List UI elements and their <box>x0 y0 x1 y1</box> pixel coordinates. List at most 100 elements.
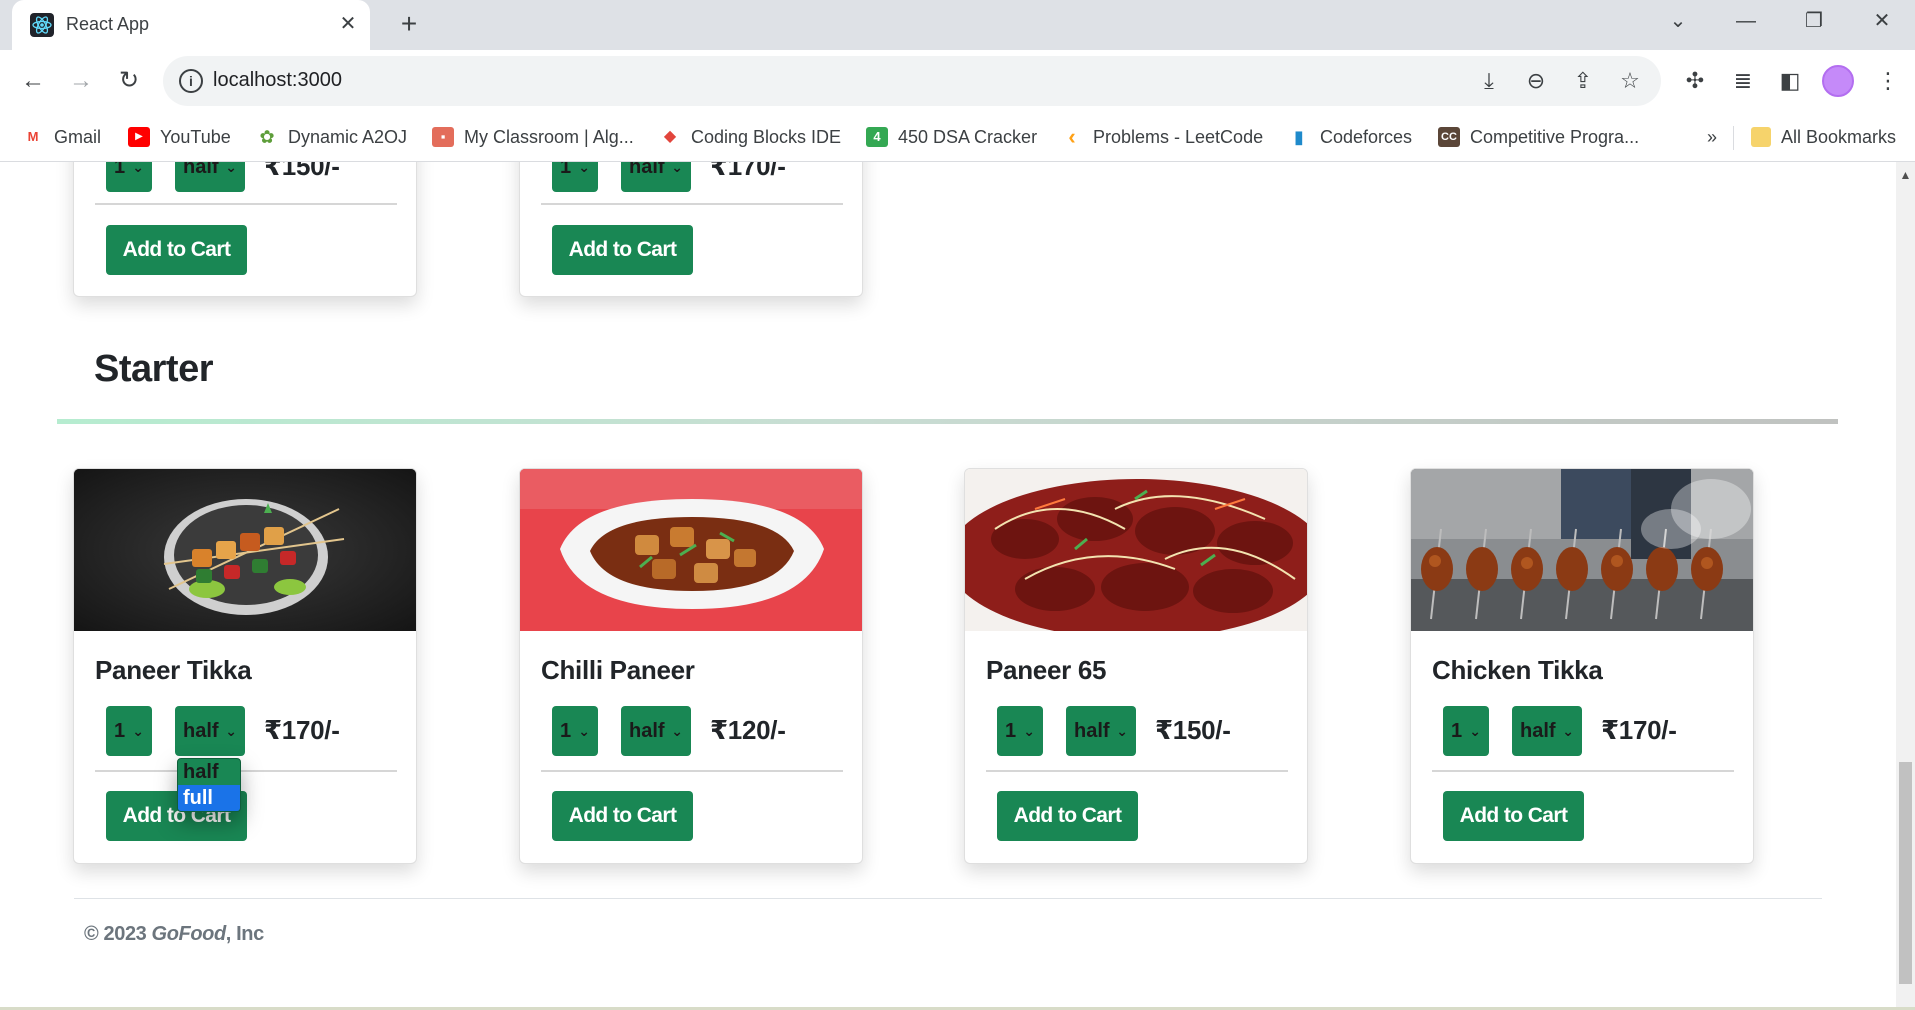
food-card: Paneer 65 1 ⌄ half ⌄ ₹150/- Add to Cart <box>964 468 1308 864</box>
section-title: Starter <box>94 348 214 390</box>
quantity-select[interactable]: 1 ⌄ <box>106 162 152 192</box>
bookmark-label: 450 DSA Cracker <box>898 126 1038 147</box>
size-select[interactable]: half ⌄ <box>621 162 691 192</box>
chevron-down-icon: ⌄ <box>1469 723 1481 739</box>
paneer-tikka-image[interactable] <box>74 469 416 631</box>
dropdown-option-half[interactable]: half <box>178 759 240 785</box>
food-card: 1 ⌄ half ⌄ ₹150/- Add to Cart <box>73 162 417 297</box>
chevron-down-icon: ⌄ <box>1562 723 1574 739</box>
add-to-cart-button[interactable]: Add to Cart <box>552 791 693 841</box>
new-tab-button[interactable]: + <box>392 8 426 42</box>
chicken-tikka-image[interactable] <box>1411 469 1753 631</box>
card-divider <box>95 203 397 205</box>
all-bookmarks-folder[interactable]: All Bookmarks <box>1751 124 1896 150</box>
size-dropdown-menu: half full <box>177 758 241 812</box>
vertical-scrollbar[interactable]: ▲ <box>1896 162 1915 1007</box>
scroll-up-arrow-icon[interactable]: ▲ <box>1896 168 1915 182</box>
zoom-out-icon[interactable]: ⊖ <box>1522 67 1550 95</box>
bookmark-star-icon[interactable]: ☆ <box>1616 67 1644 95</box>
bookmark-label: Coding Blocks IDE <box>691 126 842 147</box>
chevron-down-icon: ⌄ <box>578 723 590 739</box>
dsa-cracker-icon: 4 <box>866 127 888 147</box>
share-icon[interactable]: ⇪ <box>1569 67 1597 95</box>
bookmark-competitive-programming[interactable]: CC Competitive Progra... <box>1438 124 1639 150</box>
reload-icon[interactable]: ↻ <box>111 63 147 99</box>
quantity-value: 1 <box>1451 720 1463 742</box>
add-to-cart-button[interactable]: Add to Cart <box>997 791 1138 841</box>
bookmark-leetcode[interactable]: ‹ Problems - LeetCode <box>1061 124 1263 150</box>
quantity-select[interactable]: 1 ⌄ <box>997 706 1043 756</box>
size-select[interactable]: half ⌄ <box>1512 706 1582 756</box>
size-value: half <box>183 162 219 178</box>
bookmark-codeforces[interactable]: ▮ Codeforces <box>1288 124 1412 150</box>
bookmark-label: Codeforces <box>1320 126 1413 147</box>
media-controls-icon[interactable]: ≣ <box>1725 63 1761 99</box>
bookmark-label: My Classroom | Alg... <box>464 126 634 147</box>
a2oj-icon: ✿ <box>256 127 278 147</box>
close-window-button[interactable]: ✕ <box>1848 0 1915 44</box>
leetcode-icon: ‹ <box>1061 126 1083 148</box>
card-divider <box>541 770 843 772</box>
profile-avatar[interactable] <box>1822 65 1854 97</box>
bookmark-450-dsa[interactable]: 4 450 DSA Cracker <box>866 124 1037 150</box>
minimize-button[interactable]: — <box>1712 0 1780 44</box>
paneer-65-image[interactable] <box>965 469 1307 631</box>
browser-tab-active[interactable]: React App ✕ <box>12 0 370 50</box>
size-select[interactable]: half ⌄ <box>621 706 691 756</box>
quantity-value: 1 <box>560 720 572 742</box>
size-select[interactable]: half ⌄ <box>175 706 245 756</box>
footer-prefix: © 2023 <box>84 923 152 945</box>
food-card: Chilli Paneer 1 ⌄ half ⌄ ₹120/- Add to Car… <box>519 468 863 864</box>
back-icon[interactable]: ← <box>15 63 51 99</box>
bookmark-label: Problems - LeetCode <box>1093 126 1264 147</box>
chevron-down-icon: ⌄ <box>225 162 237 175</box>
side-panel-icon[interactable]: ◧ <box>1772 63 1808 99</box>
forward-icon[interactable]: → <box>63 63 99 99</box>
quantity-select[interactable]: 1 ⌄ <box>552 706 598 756</box>
tab-close-icon[interactable]: ✕ <box>334 10 362 38</box>
size-select[interactable]: half ⌄ <box>1066 706 1136 756</box>
scrollbar-thumb[interactable] <box>1899 762 1912 984</box>
chevron-down-icon: ⌄ <box>578 162 590 175</box>
url-text[interactable]: localhost:3000 <box>213 69 342 92</box>
tab-search-icon[interactable]: ⌄ <box>1644 0 1712 44</box>
chevron-down-icon: ⌄ <box>225 723 237 739</box>
site-info-icon[interactable]: i <box>179 69 203 93</box>
codingblocks-icon: ◆ <box>659 127 681 147</box>
food-card: Paneer Tikka 1 ⌄ half ⌄ ₹170/- Add to Cart <box>73 468 417 864</box>
bookmark-youtube[interactable]: ▶ YouTube <box>128 124 231 150</box>
bookmark-label: Dynamic A2OJ <box>288 126 408 147</box>
page-viewport: 1 ⌄ half ⌄ ₹150/- Add to Cart 1 ⌄ half ⌄ ₹17… <box>0 162 1896 1007</box>
quantity-value: 1 <box>114 720 126 742</box>
price-text: ₹150/- <box>264 162 340 181</box>
restore-button[interactable]: ❐ <box>1780 0 1848 44</box>
item-name: Chicken Tikka <box>1432 655 1603 685</box>
footer-copyright: © 2023 GoFood, Inc <box>84 923 264 946</box>
bookmark-coding-blocks[interactable]: ◆ Coding Blocks IDE <box>659 124 841 150</box>
browser-menu-icon[interactable]: ⋮ <box>1870 63 1906 99</box>
bookmark-my-classroom[interactable]: ▪ My Classroom | Alg... <box>432 124 634 150</box>
extensions-icon[interactable]: ✣ <box>1677 63 1713 99</box>
quantity-select[interactable]: 1 ⌄ <box>106 706 152 756</box>
bookmark-label: Gmail <box>54 126 102 147</box>
chevron-down-icon: ⌄ <box>132 162 144 175</box>
dropdown-option-full[interactable]: full <box>178 785 240 811</box>
section-divider <box>57 419 1838 424</box>
add-to-cart-button[interactable]: Add to Cart <box>106 225 247 275</box>
chilli-paneer-image[interactable] <box>520 469 862 631</box>
install-app-icon[interactable]: ⤓ <box>1475 67 1503 95</box>
address-bar[interactable]: i localhost:3000 ⤓ ⊖ ⇪ ☆ <box>163 56 1661 106</box>
quantity-select[interactable]: 1 ⌄ <box>552 162 598 192</box>
add-to-cart-button[interactable]: Add to Cart <box>552 225 693 275</box>
bookmark-dynamic-a2oj[interactable]: ✿ Dynamic A2OJ <box>256 124 407 150</box>
chevron-down-icon: ⌄ <box>1023 723 1035 739</box>
footer-brand[interactable]: GoFood <box>152 923 227 945</box>
quantity-select[interactable]: 1 ⌄ <box>1443 706 1489 756</box>
price-text: ₹120/- <box>710 715 786 745</box>
add-to-cart-button[interactable]: Add to Cart <box>1443 791 1584 841</box>
size-select[interactable]: half ⌄ <box>175 162 245 192</box>
size-value: half <box>629 720 665 742</box>
bookmark-gmail[interactable]: M Gmail <box>22 124 101 150</box>
folder-icon <box>1751 127 1771 147</box>
bookmarks-overflow-chevron-icon[interactable]: » <box>1707 124 1717 150</box>
